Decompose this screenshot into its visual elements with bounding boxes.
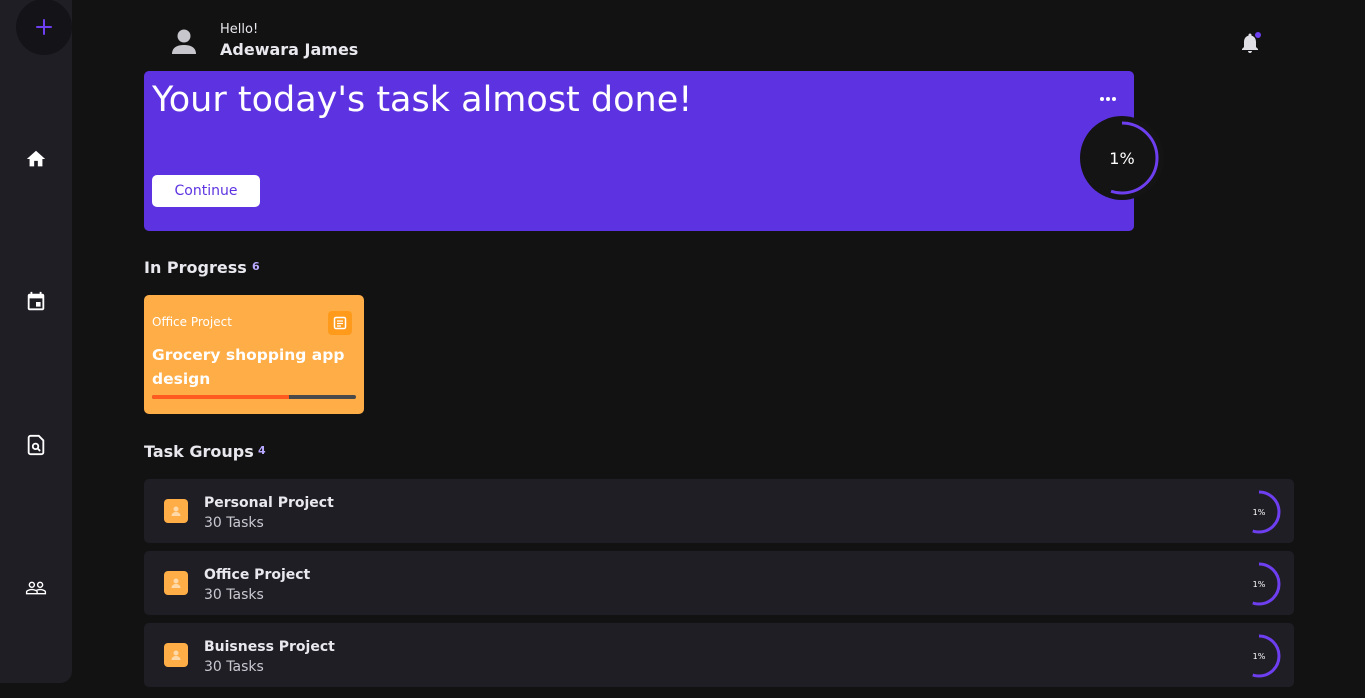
group-name: Office Project [204, 567, 311, 583]
group-task-count: 30 Tasks [204, 515, 264, 531]
card-category: Office Project [152, 315, 232, 329]
banner-title: Your today's task almost done! [152, 80, 693, 120]
people-icon [25, 581, 47, 595]
user-name: Adewara James [220, 40, 359, 59]
group-progress-label: 1% [1252, 579, 1266, 589]
group-name: Personal Project [204, 495, 334, 511]
note-icon [333, 316, 347, 330]
notifications-button[interactable] [1238, 30, 1264, 56]
group-progress-label: 1% [1252, 651, 1266, 661]
avatar[interactable] [170, 26, 198, 58]
card-progress-bar [152, 395, 356, 399]
bell-icon [1242, 32, 1261, 53]
group-task-count: 30 Tasks [204, 659, 264, 675]
group-progress-label: 1% [1252, 507, 1266, 517]
group-task-count: 30 Tasks [204, 587, 264, 603]
today-progress-banner: Your today's task almost done! Continue [144, 71, 1134, 231]
group-icon-badge [164, 643, 188, 667]
continue-button[interactable]: Continue [152, 175, 260, 207]
person-icon [171, 650, 181, 660]
add-task-button[interactable] [16, 0, 72, 55]
task-groups-count: 4 [258, 444, 266, 457]
card-icon-badge [328, 311, 352, 335]
task-group-row[interactable]: Personal Project 30 Tasks 1% [144, 479, 1294, 543]
sidebar-item-calendar[interactable] [24, 290, 48, 314]
person-icon [171, 578, 181, 588]
in-progress-heading: In Progress [144, 258, 247, 277]
sidebar [0, 0, 72, 683]
group-name: Buisness Project [204, 639, 335, 655]
plus-icon [36, 19, 52, 35]
group-progress-ring: 1% [1236, 489, 1282, 535]
person-icon [171, 506, 181, 516]
more-horizontal-icon [1100, 97, 1116, 101]
task-groups-heading: Task Groups [144, 442, 254, 461]
calendar-icon [27, 291, 45, 311]
home-icon [26, 150, 46, 167]
sidebar-item-people[interactable] [24, 576, 48, 600]
group-progress-ring: 1% [1236, 561, 1282, 607]
banner-menu-button[interactable] [1096, 87, 1120, 111]
card-title: Grocery shopping app design [152, 346, 345, 388]
group-progress-ring: 1% [1236, 633, 1282, 679]
greeting-text: Hello! [220, 22, 259, 37]
group-icon-badge [164, 499, 188, 523]
document-search-icon [27, 434, 45, 456]
person-icon [172, 29, 196, 54]
sidebar-item-documents[interactable] [24, 433, 48, 457]
banner-progress-ring: 1% [1080, 116, 1164, 200]
task-group-row[interactable]: Buisness Project 30 Tasks 1% [144, 623, 1294, 687]
in-progress-card[interactable]: Office Project Grocery shopping app desi… [144, 295, 364, 414]
sidebar-item-home[interactable] [24, 147, 48, 171]
in-progress-count: 6 [252, 260, 260, 273]
task-group-row[interactable]: Office Project 30 Tasks 1% [144, 551, 1294, 615]
card-progress-fill [152, 395, 289, 399]
group-icon-badge [164, 571, 188, 595]
banner-progress-label: 1% [1109, 148, 1135, 168]
